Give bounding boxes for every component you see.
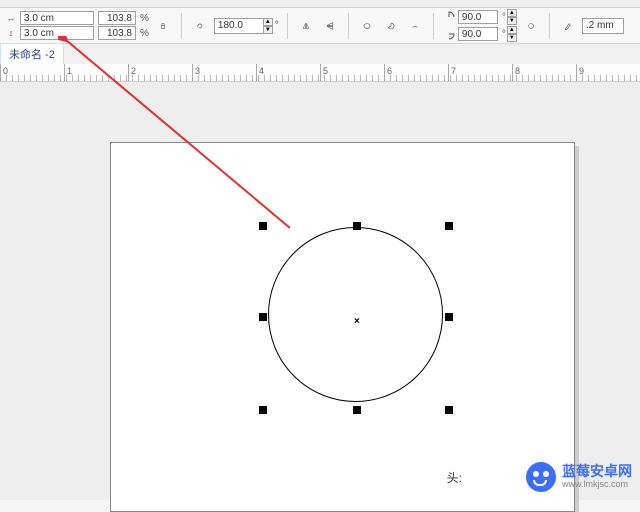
ruler-tick: 4 (256, 64, 320, 81)
ruler-label: 4 (259, 66, 264, 76)
scale-group: % % (98, 11, 149, 40)
rotation-down[interactable]: ▼ (263, 26, 273, 34)
width-row: ↔ (4, 11, 94, 25)
height-row: ↕ (4, 26, 94, 40)
watermark-cn: 蓝莓安卓网 (562, 464, 632, 479)
selection-handle-n[interactable] (353, 222, 361, 230)
end-angle-row: ° ▲ ▼ (442, 26, 517, 42)
ruler-tick: 8 (512, 64, 576, 81)
ruler-tick: 0 (0, 64, 64, 81)
start-angle-input[interactable] (458, 10, 498, 24)
watermark-en: www.lmkjsc.com (562, 480, 632, 490)
ruler-label: 9 (579, 66, 584, 76)
ruler-tick: 7 (448, 64, 512, 81)
mirror-vertical-button[interactable] (320, 16, 340, 36)
scale-x-row: % (98, 11, 149, 25)
rotation-up[interactable]: ▲ (263, 18, 273, 26)
footer-label: 头: (447, 469, 462, 486)
rotation-spinner: ▲ ▼ (263, 18, 273, 34)
selection-handle-e[interactable] (445, 313, 453, 321)
ruler-label: 5 (323, 66, 328, 76)
rotation-input[interactable] (214, 18, 264, 34)
degree-unit-rot: ° (275, 20, 279, 31)
angle1-up[interactable]: ▲ (507, 9, 517, 17)
end-angle-input[interactable] (458, 27, 498, 41)
ruler-label: 8 (515, 66, 520, 76)
selection-handle-w[interactable] (259, 313, 267, 321)
end-angle-icon (442, 29, 456, 39)
height-icon: ↕ (4, 28, 18, 38)
pie-shape-button[interactable] (381, 16, 401, 36)
lock-ratio-button[interactable] (153, 16, 173, 36)
ruler-tick: 9 (576, 64, 640, 81)
deg-unit-2: ° (502, 29, 506, 40)
angle-group: ° ▲ ▼ ° ▲ ▼ (442, 9, 517, 42)
ruler-tick: 3 (192, 64, 256, 81)
separator-3 (348, 13, 349, 39)
start-angle-icon (442, 12, 456, 22)
object-width-input[interactable] (20, 11, 94, 25)
watermark-logo-icon (526, 462, 556, 492)
ellipse-shape-button[interactable] (357, 16, 377, 36)
document-tab[interactable]: 未命名 -2 (0, 43, 64, 66)
selection-handle-sw[interactable] (259, 406, 267, 414)
deg-unit-1: ° (502, 12, 506, 23)
top-empty-bar (0, 0, 640, 8)
dimension-group: ↔ ↕ (4, 11, 94, 40)
rotate-icon[interactable] (190, 16, 210, 36)
direction-toggle-button[interactable] (521, 16, 541, 36)
angle2-spinner: ▲ ▼ (507, 26, 517, 42)
selection-handle-ne[interactable] (445, 222, 453, 230)
separator-5 (549, 13, 550, 39)
start-angle-row: ° ▲ ▼ (442, 9, 517, 25)
separator-2 (287, 13, 288, 39)
watermark: 蓝莓安卓网 www.lmkjsc.com (526, 462, 632, 492)
outline-pen-icon (558, 16, 578, 36)
ruler-label: 7 (451, 66, 456, 76)
ruler-tick: 6 (384, 64, 448, 81)
drawing-page[interactable]: × (110, 142, 575, 512)
percent-unit-x: % (140, 13, 149, 24)
selection-handle-s[interactable] (353, 406, 361, 414)
width-icon: ↔ (4, 13, 18, 23)
canvas-area[interactable]: × (0, 82, 640, 500)
scale-y-row: % (98, 26, 149, 40)
angle1-down[interactable]: ▼ (507, 17, 517, 25)
rotation-field: ▲ ▼ ° (214, 18, 279, 34)
scale-y-input[interactable] (98, 26, 136, 40)
selected-circle-object[interactable] (268, 227, 443, 402)
percent-unit-y: % (140, 28, 149, 39)
ruler-label: 2 (131, 66, 136, 76)
separator-1 (181, 13, 182, 39)
horizontal-ruler: 0 1 2 3 4 5 6 7 8 9 (0, 64, 640, 82)
watermark-text: 蓝莓安卓网 www.lmkjsc.com (562, 464, 632, 489)
object-height-input[interactable] (20, 26, 94, 40)
scale-x-input[interactable] (98, 11, 136, 25)
ruler-label: 3 (195, 66, 200, 76)
angle1-spinner: ▲ ▼ (507, 9, 517, 25)
property-toolbar: ↔ ↕ % % ▲ ▼ ° (0, 8, 640, 44)
ruler-tick: 1 (64, 64, 128, 81)
angle2-down[interactable]: ▼ (507, 34, 517, 42)
outline-width-input[interactable] (582, 18, 624, 34)
ruler-label: 6 (387, 66, 392, 76)
selection-center-marker[interactable]: × (354, 316, 360, 327)
ruler-label: 0 (3, 66, 8, 76)
ruler-tick: 2 (128, 64, 192, 81)
selection-handle-se[interactable] (445, 406, 453, 414)
outline-width-field (582, 18, 624, 34)
separator-4 (433, 13, 434, 39)
ruler-tick: 5 (320, 64, 384, 81)
selection-handle-nw[interactable] (259, 222, 267, 230)
arc-shape-button[interactable] (405, 16, 425, 36)
ruler-label: 1 (67, 66, 72, 76)
document-tab-bar: 未命名 -2 (0, 44, 640, 64)
angle2-up[interactable]: ▲ (507, 26, 517, 34)
mirror-horizontal-button[interactable] (296, 16, 316, 36)
